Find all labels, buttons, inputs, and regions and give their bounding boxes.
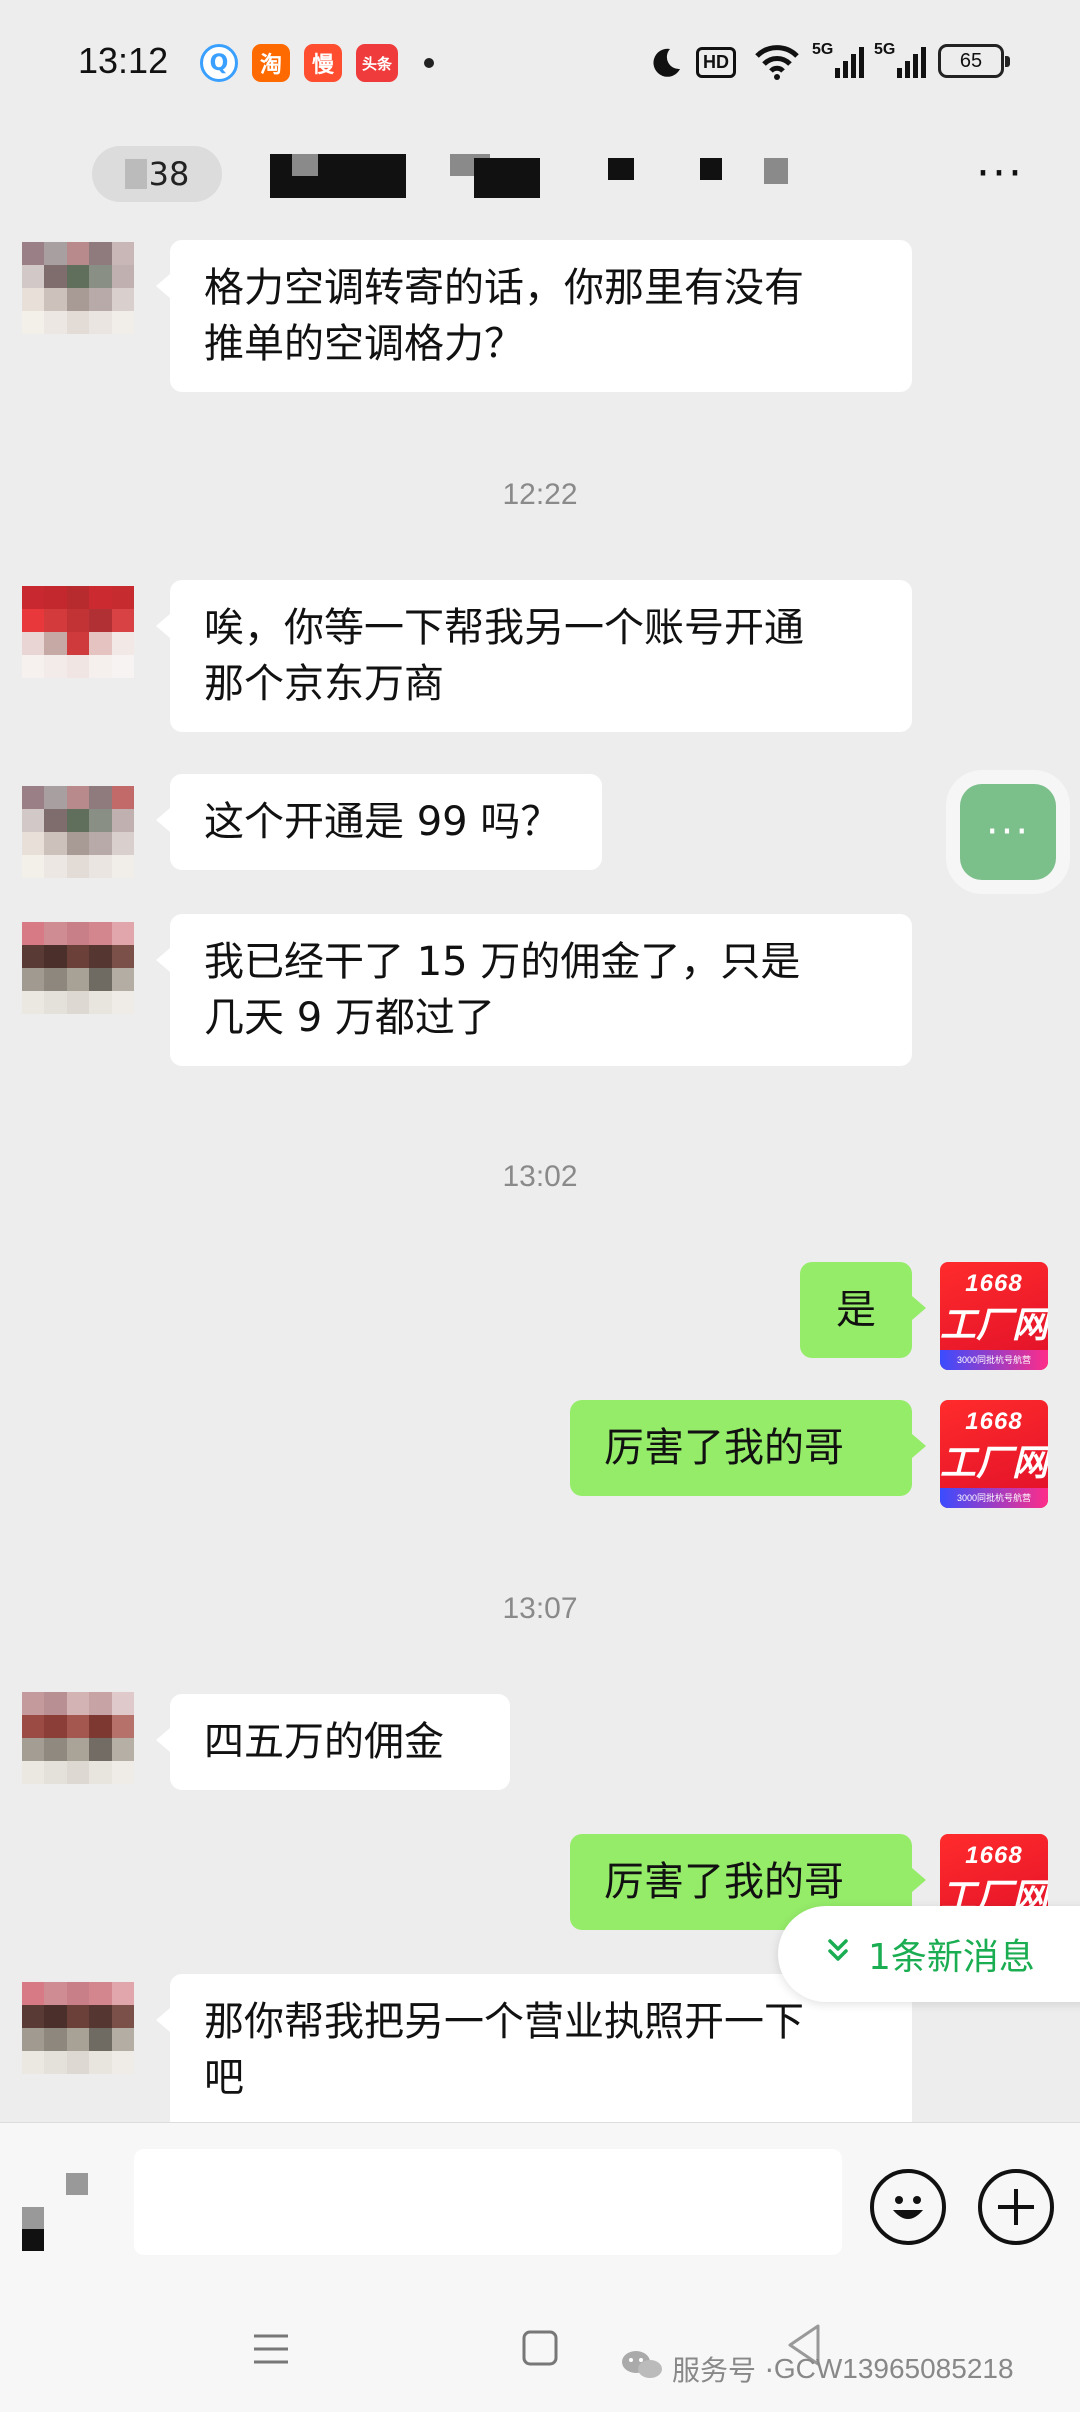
- taobao-icon: 淘: [252, 44, 290, 82]
- contact-avatar[interactable]: [22, 922, 134, 1014]
- signal-icon-2: 5G: [874, 40, 929, 84]
- contact-avatar[interactable]: [22, 586, 134, 678]
- message-bubble[interactable]: 那你帮我把另一个营业执照开一下 吧: [156, 1974, 912, 2126]
- contact-avatar[interactable]: [22, 1692, 134, 1784]
- message-text: 这个开通是 99 吗？: [204, 799, 561, 845]
- toutiao-icon: 头条: [356, 44, 398, 82]
- clock: 13:12: [78, 40, 169, 81]
- emoji-button[interactable]: [870, 2169, 946, 2245]
- status-bar: 13:12 Q 淘 慢 头条 HD 5G 5G 65: [0, 0, 1080, 124]
- message-bubble[interactable]: 我已经干了 15 万的佣金了，只是 几天 9 万都过了: [156, 914, 912, 1066]
- message-bubble[interactable]: 唉，你等一下帮我另一个账号开通 那个京东万商: [156, 580, 912, 732]
- message-text: 那个京东万商: [204, 661, 444, 707]
- logo-number: 1668: [965, 1842, 1023, 1869]
- signal-icon-1: 5G: [812, 40, 867, 84]
- timestamp: 13:07: [502, 1592, 578, 1625]
- logo-subtext: 3000同批杭号航营: [940, 1488, 1048, 1508]
- message-text: 厉害了我的哥: [604, 1859, 844, 1905]
- man-icon: 慢: [304, 44, 342, 82]
- message-text: 唉，你等一下帮我另一个账号开通: [204, 605, 804, 651]
- moon-icon: [648, 40, 682, 84]
- floating-more-button[interactable]: ···: [960, 784, 1056, 880]
- logo-text: 工厂网: [940, 1304, 1048, 1345]
- contact-avatar[interactable]: [22, 786, 134, 878]
- message-input[interactable]: [134, 2149, 842, 2255]
- logo-subtext: 3000同批杭号航营: [940, 1350, 1048, 1370]
- message-text: 是: [836, 1287, 876, 1333]
- message-bubble[interactable]: 四五万的佣金: [156, 1694, 510, 1790]
- wifi-icon: [754, 40, 800, 84]
- contact-avatar[interactable]: [22, 1982, 134, 2074]
- message-text: 那你帮我把另一个营业执照开一下: [204, 1999, 804, 2045]
- new-message-indicator[interactable]: 1条新消息: [778, 1906, 1080, 2002]
- hd-icon: HD: [696, 40, 736, 84]
- watermark-id: GCW13965085218: [773, 2352, 1014, 2384]
- qq-browser-icon: Q: [200, 44, 238, 82]
- logo-number: 1668: [965, 1408, 1023, 1435]
- smiley-icon: [893, 2196, 923, 2219]
- home-nav-icon[interactable]: [520, 2328, 560, 2372]
- my-avatar[interactable]: 1668 工厂网 3000同批杭号航营: [940, 1262, 1048, 1370]
- input-bar: [0, 2122, 1080, 2292]
- message-bubble[interactable]: 格力空调转寄的话，你那里有没有 推单的空调格力？: [156, 240, 912, 392]
- message-text: 格力空调转寄的话，你那里有没有: [204, 265, 804, 311]
- message-bubble-sent[interactable]: 是: [800, 1262, 926, 1358]
- message-text: 推单的空调格力？: [204, 321, 524, 367]
- add-attachment-button[interactable]: [978, 2169, 1054, 2245]
- plus-icon: [998, 2189, 1034, 2225]
- new-message-text: 1条新消息: [868, 1937, 1035, 1978]
- wechat-icon: [620, 2348, 664, 2389]
- message-text: 吧: [204, 2055, 244, 2101]
- blurred-mark: [124, 159, 147, 189]
- double-chevron-down-icon: [826, 1937, 850, 1972]
- my-avatar[interactable]: 1668 工厂网 3000同批杭号航营: [940, 1400, 1048, 1508]
- menu-nav-icon[interactable]: [250, 2328, 292, 2374]
- timestamp: 13:02: [502, 1160, 578, 1193]
- more-options-button[interactable]: ···: [976, 152, 1024, 196]
- chat-header: 38 ···: [0, 124, 1080, 236]
- timestamp: 12:22: [502, 478, 578, 511]
- message-text: 我已经干了 15 万的佣金了，只是: [204, 939, 801, 985]
- back-count: 38: [148, 155, 190, 193]
- message-bubble[interactable]: 这个开通是 99 吗？: [156, 774, 602, 870]
- message-text: 厉害了我的哥: [604, 1425, 844, 1471]
- message-bubble-sent[interactable]: 厉害了我的哥: [570, 1400, 926, 1496]
- watermark-prefix: 服务号 ·: [672, 2353, 774, 2387]
- system-nav-bar: 服务号 · GCW13965085218: [0, 2292, 1080, 2412]
- voice-toggle-icon[interactable]: [22, 2167, 94, 2251]
- contact-avatar[interactable]: [22, 242, 134, 334]
- back-button[interactable]: 38: [92, 146, 222, 202]
- notification-dot: [424, 58, 434, 68]
- logo-number: 1668: [965, 1270, 1023, 1297]
- message-text: 四五万的佣金: [204, 1719, 444, 1765]
- watermark: 服务号 · GCW13965085218: [620, 2348, 1014, 2389]
- battery-indicator: 65: [938, 44, 1010, 78]
- logo-text: 工厂网: [940, 1442, 1048, 1483]
- message-text: 几天 9 万都过了: [204, 995, 495, 1041]
